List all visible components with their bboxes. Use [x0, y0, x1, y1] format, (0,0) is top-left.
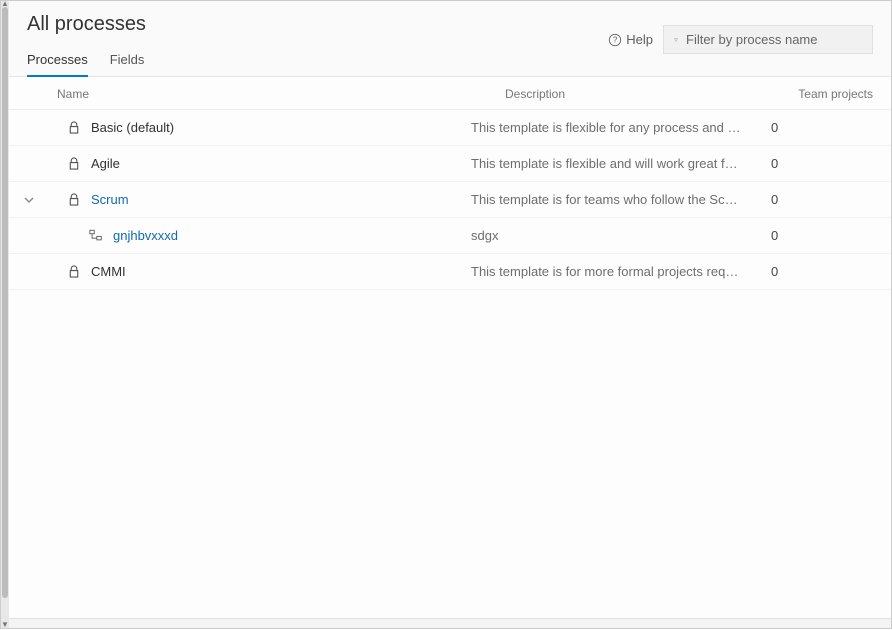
process-row[interactable]: Agile This template is flexible and will… [9, 146, 891, 182]
main-content: All processes Processes Fields ? Help [9, 1, 891, 628]
name-cell: Agile [23, 156, 471, 171]
column-header-name[interactable]: Name [57, 87, 505, 101]
vertical-scrollbar[interactable]: ▲ ▼ [1, 1, 9, 628]
svg-text:?: ? [613, 35, 618, 44]
process-name-link[interactable]: Scrum [91, 192, 129, 207]
help-circle-icon: ? [608, 33, 622, 47]
team-projects-count: 0 [761, 156, 851, 171]
process-description: sdgx [471, 228, 761, 243]
column-headers: Name Description Team projects [9, 77, 891, 110]
process-description: This template is flexible for any proces… [471, 120, 761, 135]
process-name: Basic (default) [91, 120, 174, 135]
header-left: All processes Processes Fields [27, 13, 146, 76]
name-cell: gnjhbvxxxd [23, 228, 471, 243]
filter-input[interactable] [686, 32, 862, 47]
page-title: All processes [27, 13, 146, 36]
chevron-down-icon [23, 194, 35, 206]
horizontal-scrollbar[interactable] [9, 618, 891, 628]
process-name: CMMI [91, 264, 126, 279]
team-projects-count: 0 [761, 120, 851, 135]
lock-icon [65, 157, 83, 170]
tab-fields[interactable]: Fields [110, 46, 145, 77]
process-description: This template is for more formal project… [471, 264, 761, 279]
help-label: Help [626, 32, 653, 47]
process-name: Agile [91, 156, 120, 171]
team-projects-count: 0 [761, 228, 851, 243]
lock-icon [65, 193, 83, 206]
page-header: All processes Processes Fields ? Help [9, 1, 891, 77]
team-projects-count: 0 [761, 192, 851, 207]
tab-processes[interactable]: Processes [27, 46, 88, 77]
process-child-row[interactable]: gnjhbvxxxd sdgx 0 [9, 218, 891, 254]
tab-bar: Processes Fields [27, 46, 146, 77]
name-cell: Scrum [23, 192, 471, 207]
filter-input-container[interactable] [663, 25, 873, 54]
app-viewport: ▲ ▼ All processes Processes Fields ? Hel… [0, 0, 892, 629]
process-row[interactable]: CMMI This template is for more formal pr… [9, 254, 891, 290]
lock-icon [65, 121, 83, 134]
process-list: Name Description Team projects Basic (de… [9, 77, 891, 618]
process-row[interactable]: Basic (default) This template is flexibl… [9, 110, 891, 146]
scrollbar-thumb[interactable] [2, 7, 8, 598]
name-cell: Basic (default) [23, 120, 471, 135]
name-cell: CMMI [23, 264, 471, 279]
help-link[interactable]: ? Help [608, 32, 653, 47]
header-right: ? Help [608, 25, 873, 54]
process-description: This template is flexible and will work … [471, 156, 761, 171]
child-process-name-link[interactable]: gnjhbvxxxd [113, 228, 178, 243]
expand-toggle[interactable] [23, 194, 57, 206]
filter-icon [674, 33, 678, 47]
column-header-team-projects[interactable]: Team projects [783, 87, 873, 101]
inherited-process-icon [87, 229, 105, 242]
process-description: This template is for teams who follow th… [471, 192, 761, 207]
lock-icon [65, 265, 83, 278]
team-projects-count: 0 [761, 264, 851, 279]
process-row[interactable]: Scrum This template is for teams who fol… [9, 182, 891, 218]
column-header-description[interactable]: Description [505, 87, 783, 101]
